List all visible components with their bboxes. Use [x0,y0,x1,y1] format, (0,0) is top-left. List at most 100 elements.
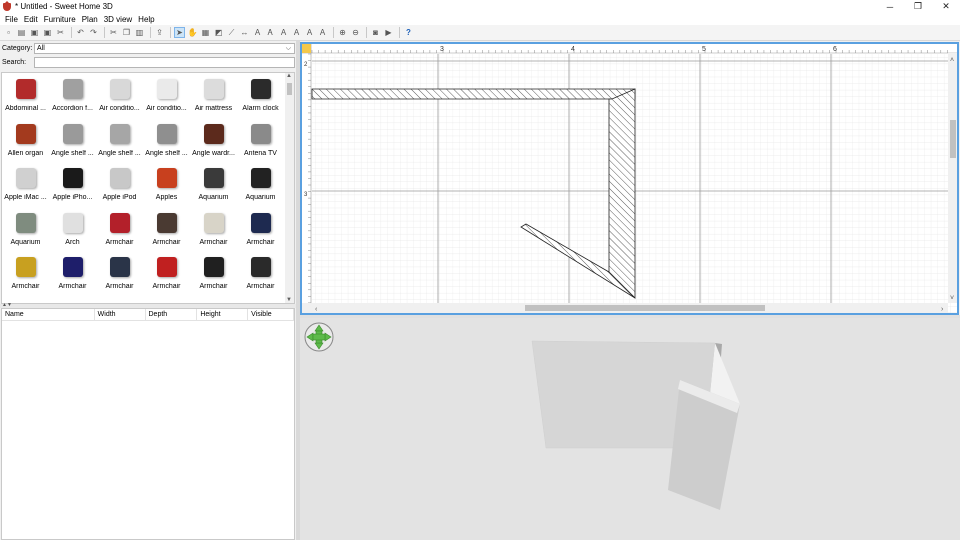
pan-icon[interactable]: ✋ [187,27,198,38]
scroll-up-icon[interactable]: ˄ [950,57,954,64]
plan-canvas[interactable]: 3 4 5 6 2 3 ‹ › ˄ ˅ [302,44,957,313]
catalog-item-label: Apple iPod [102,194,137,201]
catalog-item[interactable]: Armchair [143,207,190,252]
chevron-down-icon[interactable]: ⌵ [286,44,291,53]
minimize-button[interactable]: ─ [876,0,904,13]
3d-view[interactable] [300,318,960,540]
plan-hscroll-thumb[interactable] [525,305,765,311]
select-icon[interactable]: ➤ [174,27,185,38]
catalog-item[interactable]: Armchair [96,207,143,252]
catalog-item[interactable]: Apple iPho... [49,162,96,207]
catalog-item[interactable]: Aquarium [2,207,49,252]
scroll-down-icon[interactable]: ˅ [950,295,954,302]
catalog-item[interactable]: Armchair [143,251,190,296]
catalog-item[interactable]: Apple iMac ... [2,162,49,207]
menu-file[interactable]: File [2,15,21,24]
catalog-item[interactable]: Angle shelf ... [49,118,96,163]
save-icon[interactable]: ▣ [29,27,40,38]
ipod-icon [105,164,135,192]
plan-view[interactable]: 3 4 5 6 2 3 ‹ › ˄ ˅ [300,42,959,315]
save-as-icon[interactable]: ▣ [42,27,53,38]
increase-text-icon[interactable]: A [278,27,289,38]
create-labels-icon[interactable]: A [252,27,263,38]
plan-vscroll-thumb[interactable] [950,120,956,158]
catalog-item[interactable]: Armchair [96,251,143,296]
catalog-item[interactable]: Apple iPod [96,162,143,207]
column-width[interactable]: Width [95,309,146,320]
create-polylines-icon[interactable]: ⟋ [226,27,237,38]
scroll-thumb[interactable] [287,83,292,95]
catalog-item[interactable]: Armchair [2,251,49,296]
italic-icon[interactable]: A [317,27,328,38]
catalog-item[interactable]: Antena TV [237,118,284,163]
menu-plan[interactable]: Plan [79,15,101,24]
catalog-item[interactable]: Air conditio... [96,73,143,118]
catalog-item[interactable]: Angle shelf ... [96,118,143,163]
create-rooms-icon[interactable]: ◩ [213,27,224,38]
create-dimensions-icon[interactable]: ↔ [239,27,250,38]
catalog-item-label: Air conditio... [99,105,140,112]
copy-icon[interactable]: ❐ [121,27,132,38]
wall-top[interactable] [311,88,636,100]
menu-edit[interactable]: Edit [21,15,41,24]
catalog-item[interactable]: Accordion f... [49,73,96,118]
catalog-item-label: Abdominal ... [5,105,46,112]
catalog-item[interactable]: Abdominal ... [2,73,49,118]
create-photo-icon[interactable]: ◙ [370,27,381,38]
catalog-item-label: Angle shelf ... [51,149,94,157]
catalog-item[interactable]: Armchair [190,207,237,252]
close-button[interactable]: ✕ [932,0,960,13]
menu-furniture[interactable]: Furniture [41,15,79,24]
create-video-icon[interactable]: ▶ [383,27,394,38]
catalog-item[interactable]: Alarm clock [237,73,284,118]
paste-icon[interactable]: ▥ [134,27,145,38]
help-icon[interactable]: ? [403,27,414,38]
angle-shelf-icon [58,120,88,148]
catalog-item[interactable]: Armchair [49,251,96,296]
open-icon[interactable]: ▤ [16,27,27,38]
catalog-item[interactable]: Allen organ [2,118,49,163]
catalog-item[interactable]: Arch [49,207,96,252]
imac-icon [11,164,41,192]
create-walls-icon[interactable]: ▦ [200,27,211,38]
maximize-button[interactable]: ❐ [904,0,932,13]
cut-icon[interactable]: ✂ [108,27,119,38]
catalog-item[interactable]: Air conditio... [143,73,190,118]
menu-3d-view[interactable]: 3D view [101,15,135,24]
text-style-icon[interactable]: Ꭺ [265,27,276,38]
catalog-item[interactable]: Angle wardr... [190,118,237,163]
catalog-scrollbar[interactable]: ▲ ▼ [285,73,294,303]
column-name[interactable]: Name [2,309,95,320]
catalog-item[interactable]: Angle shelf ... [143,118,190,163]
bold-icon[interactable]: A [304,27,315,38]
cut-tool-icon[interactable]: ✂ [55,27,66,38]
scroll-up-icon[interactable]: ▲ [286,73,292,79]
add-furniture-icon[interactable]: ⇪ [154,27,165,38]
catalog-item[interactable]: Aquarium [237,162,284,207]
scroll-down-icon[interactable]: ▼ [286,297,292,303]
catalog-item[interactable]: Armchair [190,251,237,296]
toolbar-separator [170,27,171,38]
aquarium-icon [246,164,276,192]
undo-icon[interactable]: ↶ [75,27,86,38]
column-visible[interactable]: Visible [248,309,294,320]
column-height[interactable]: Height [197,309,249,320]
wall-right[interactable] [608,88,636,299]
decrease-text-icon[interactable]: A [291,27,302,38]
search-input[interactable] [34,57,295,68]
armchair-icon [11,253,41,281]
zoom-in-icon[interactable]: ⊕ [337,27,348,38]
armchair-icon [246,253,276,281]
catalog-item[interactable]: Armchair [237,207,284,252]
catalog-item[interactable]: Air mattress [190,73,237,118]
catalog-item-label: Armchair [199,283,228,290]
catalog-item[interactable]: Apples [143,162,190,207]
menu-help[interactable]: Help [135,15,157,24]
redo-icon[interactable]: ↷ [88,27,99,38]
new-icon[interactable]: ▫ [3,27,14,38]
category-select[interactable]: All ⌵ [34,43,295,54]
catalog-item[interactable]: Armchair [237,251,284,296]
catalog-item[interactable]: Aquarium [190,162,237,207]
zoom-out-icon[interactable]: ⊖ [350,27,361,38]
column-depth[interactable]: Depth [146,309,198,320]
